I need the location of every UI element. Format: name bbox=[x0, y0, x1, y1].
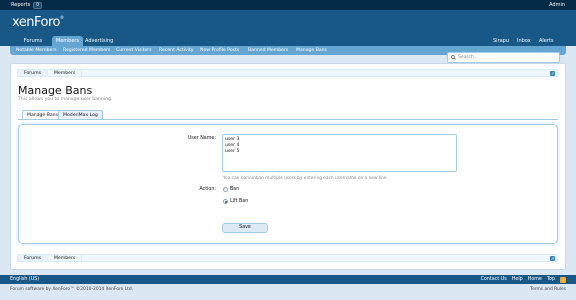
user-names-hint: You can ban/unban multiple users by ente… bbox=[223, 176, 388, 181]
page-title: Manage Bans bbox=[18, 84, 93, 97]
nav-user-sirapu[interactable]: Sirapu bbox=[493, 36, 509, 46]
radio-lift-ban[interactable]: Lift Ban bbox=[223, 199, 248, 204]
breadcrumb-bottom-forums[interactable]: Forums bbox=[18, 255, 48, 261]
admin-link[interactable]: Admin bbox=[549, 2, 565, 8]
nav-inbox[interactable]: Inbox bbox=[517, 36, 531, 46]
reports-label[interactable]: Reports bbox=[11, 2, 30, 8]
jump-to-icon[interactable]: ↗ bbox=[550, 256, 555, 261]
radio-lift-ban-label: Lift Ban bbox=[230, 199, 249, 204]
terms-and-rules-link[interactable]: Terms and Rules bbox=[530, 287, 566, 292]
rss-icon[interactable]: ) bbox=[560, 276, 566, 283]
tab-forums[interactable]: Forums bbox=[14, 36, 52, 46]
breadcrumb-members[interactable]: Members bbox=[48, 70, 83, 76]
radio-ban-dot[interactable] bbox=[223, 187, 228, 192]
jump-to-icon[interactable]: ↗ bbox=[550, 71, 555, 76]
subnav-banned-members[interactable]: Banned Members bbox=[248, 46, 288, 55]
subnav-manage-bans[interactable]: Manage Bans bbox=[296, 46, 327, 55]
user-name-label: User Name: bbox=[187, 136, 216, 141]
footer-help[interactable]: Help bbox=[512, 277, 523, 282]
breadcrumb-bottom-members[interactable]: Members bbox=[48, 255, 83, 261]
radio-ban[interactable]: Ban bbox=[223, 187, 239, 192]
breadcrumb-bottom: Forums Members ↗ bbox=[17, 254, 558, 262]
action-label: Action: bbox=[199, 187, 216, 192]
page-subtitle: This allows you to manage user banning. bbox=[18, 97, 113, 102]
subnav-new-profile-posts[interactable]: New Profile Posts bbox=[200, 46, 239, 55]
footer-contact-us[interactable]: Contact Us bbox=[481, 277, 507, 282]
radio-lift-ban-dot[interactable] bbox=[223, 199, 228, 204]
tab-advertising[interactable]: Advertising bbox=[85, 36, 113, 46]
user-names-textarea[interactable]: user 3 user 4 user 5 bbox=[222, 134, 457, 172]
breadcrumb-forums[interactable]: Forums bbox=[18, 70, 48, 76]
logo-registered-mark: ® bbox=[60, 15, 64, 20]
reports-count-badge: 0 bbox=[33, 1, 43, 9]
tab-moderimax-log[interactable]: ModeriMax Log bbox=[58, 110, 103, 119]
search-icon bbox=[451, 55, 456, 60]
subnav-notable-members[interactable]: Notable Members bbox=[16, 46, 57, 55]
copyright-text[interactable]: Forum software by XenForo™ ©2010-2014 Xe… bbox=[10, 287, 133, 292]
search-placeholder: Search... bbox=[458, 55, 479, 60]
logo-text: xenForo bbox=[12, 15, 61, 30]
search-input[interactable]: Search... bbox=[447, 52, 560, 63]
admin-bar: Reports 0 Admin bbox=[0, 0, 576, 10]
subnav-recent-activity[interactable]: Recent Activity bbox=[159, 46, 194, 55]
radio-ban-label: Ban bbox=[230, 187, 240, 192]
breadcrumb: Forums Members ↗ bbox=[17, 69, 558, 77]
reports-link[interactable]: Reports 0 bbox=[11, 1, 43, 9]
save-button[interactable]: Save bbox=[222, 223, 268, 233]
site-logo[interactable]: xenForo® bbox=[12, 15, 64, 30]
language-chooser[interactable]: English (US) bbox=[10, 277, 39, 282]
subnav-current-visitors[interactable]: Current Visitors bbox=[116, 46, 152, 55]
nav-alerts[interactable]: Alerts bbox=[539, 36, 554, 46]
footer-bar: English (US) Contact Us Help Home Top ) bbox=[0, 275, 576, 284]
footer-home[interactable]: Home bbox=[528, 277, 542, 282]
tab-divider bbox=[18, 119, 558, 120]
footer-top[interactable]: Top bbox=[547, 277, 555, 282]
subnav-registered-members[interactable]: Registered Members bbox=[63, 46, 110, 55]
site-header: xenForo® bbox=[0, 10, 576, 35]
tab-manage-bans[interactable]: Manage Bans bbox=[22, 110, 63, 119]
tab-members[interactable]: Members bbox=[52, 36, 83, 46]
